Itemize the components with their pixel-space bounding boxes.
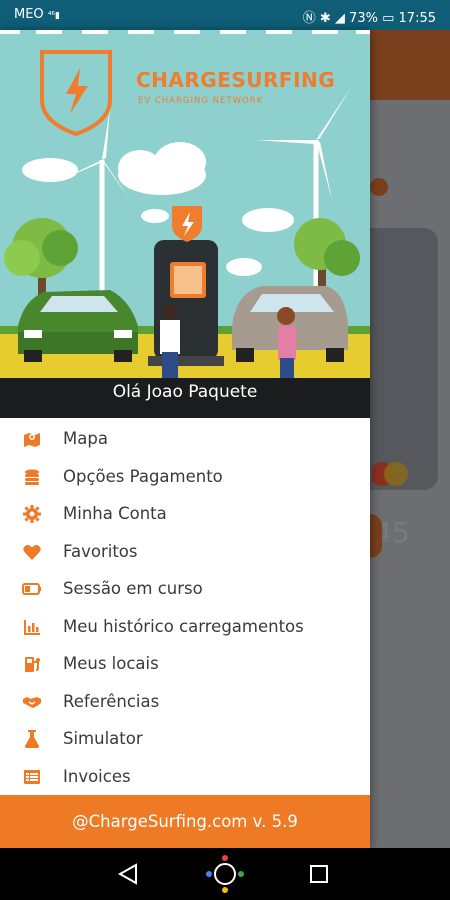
menu-item-label: Minha Conta <box>63 504 167 523</box>
drawer-header: CHARGESURFING EV CHARGING NETWORK Olá Jo… <box>0 30 370 418</box>
user-greeting: Olá Joao Paquete <box>112 382 258 402</box>
background-button <box>370 514 382 558</box>
menu-item-opcoes-pagamento[interactable]: Opções Pagamento <box>0 458 370 496</box>
drawer-menu: Mapa Opções Pagamento Minha Conta Favori… <box>0 420 370 795</box>
clock: 17:55 <box>398 11 436 26</box>
battery-status-icon: ▭ <box>382 11 395 26</box>
bar-chart-icon <box>24 619 40 635</box>
battery-icon <box>22 583 41 595</box>
menu-item-label: Invoices <box>63 766 131 786</box>
handshake-icon <box>23 696 41 708</box>
background-card: 45 <box>370 228 438 549</box>
menu-item-meus-locais[interactable]: Meus locais <box>0 645 370 683</box>
background-dot <box>370 178 388 196</box>
brand-subtitle: EV CHARGING NETWORK <box>138 96 264 106</box>
heart-icon <box>23 544 41 560</box>
nav-buttons <box>117 855 328 893</box>
menu-item-label: Meus locais <box>63 654 159 673</box>
nfc-icon: Ⓝ <box>302 11 316 26</box>
system-nav-bar <box>0 848 450 900</box>
menu-item-simulator[interactable]: Simulator <box>0 720 370 758</box>
menu-item-referencias[interactable]: Referências <box>0 683 370 721</box>
menu-item-sessao-em-curso[interactable]: Sessão em curso <box>0 570 370 608</box>
status-bar: MEO ⁴⁶▮ Ⓝ ✱ ◢ 73% ▭ 17:55 <box>0 0 450 30</box>
menu-item-label: Simulator <box>63 729 143 748</box>
menu-item-minha-conta[interactable]: Minha Conta <box>0 495 370 533</box>
signal-icon: ⁴⁶▮ <box>47 11 60 21</box>
version-footer: @ChargeSurfing.com v. 5.9 <box>0 795 370 848</box>
charger-station-icon <box>25 657 40 672</box>
bluetooth-icon: ✱ <box>319 11 331 26</box>
back-icon[interactable] <box>117 863 137 885</box>
gear-icon <box>23 505 41 523</box>
menu-item-label: Mapa <box>63 429 108 448</box>
menu-item-mapa[interactable]: Mapa <box>0 420 370 458</box>
carrier-text: MEO <box>14 7 44 22</box>
menu-item-label: Opções Pagamento <box>63 466 223 486</box>
map-icon <box>24 433 40 447</box>
card-logo-icon <box>372 462 408 486</box>
menu-item-invoices[interactable]: Invoices <box>0 758 370 796</box>
menu-item-label: Referências <box>63 691 160 711</box>
wifi-icon: ◢ <box>334 11 345 26</box>
menu-item-label: Sessão em curso <box>63 579 203 598</box>
invoice-icon <box>24 769 40 784</box>
background-app[interactable]: 45 <box>370 30 450 848</box>
menu-item-historico[interactable]: Meu histórico carregamentos <box>0 608 370 646</box>
road-markings <box>0 30 370 34</box>
battery-percent: 73% <box>349 11 378 26</box>
menu-item-favoritos[interactable]: Favoritos <box>0 533 370 571</box>
brand-logo-text: CHARGESURFING <box>136 68 336 92</box>
coins-icon <box>25 469 39 485</box>
flask-icon <box>24 730 40 748</box>
background-app-bar <box>370 30 450 100</box>
carrier-label: MEO ⁴⁶▮ <box>14 7 60 22</box>
home-assistant-icon[interactable] <box>206 855 244 893</box>
menu-item-label: Meu histórico carregamentos <box>63 616 304 636</box>
recents-icon[interactable] <box>310 865 328 883</box>
navigation-drawer: CHARGESURFING EV CHARGING NETWORK Olá Jo… <box>0 30 370 848</box>
menu-item-label: Favoritos <box>63 541 138 561</box>
status-right: Ⓝ ✱ ◢ 73% ▭ 17:55 <box>303 7 436 26</box>
